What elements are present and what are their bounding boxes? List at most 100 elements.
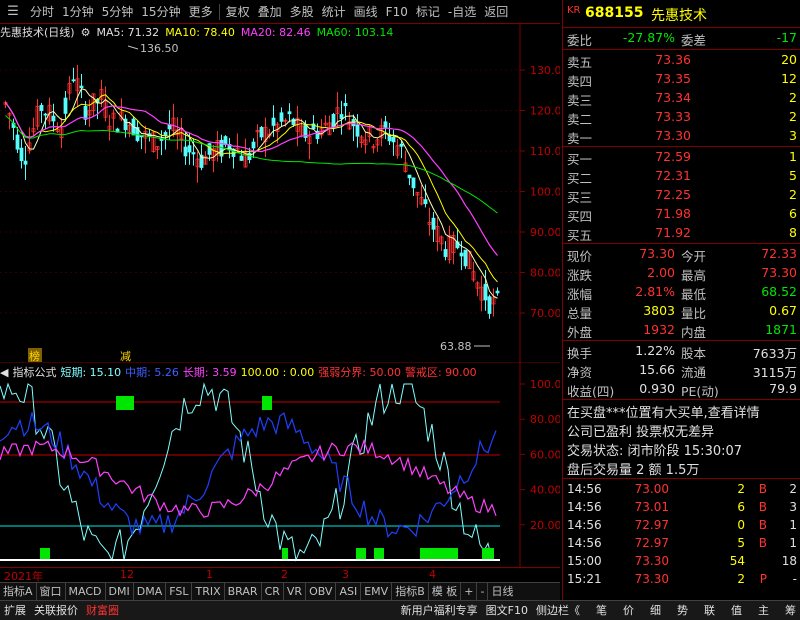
status-tab-lian[interactable]: 联 bbox=[700, 601, 719, 620]
status-tab-shi[interactable]: 势 bbox=[673, 601, 692, 620]
toolbar-item-f10[interactable]: F10 bbox=[382, 5, 412, 19]
stat-value: 0.930 bbox=[639, 381, 675, 396]
candle-body bbox=[351, 119, 356, 127]
tick-volume: 54 bbox=[729, 554, 745, 568]
y-tick-label: 110.0 bbox=[530, 145, 560, 158]
tick-price: 73.00 bbox=[634, 482, 669, 496]
toolbar-item-overlay[interactable]: 叠加 bbox=[254, 3, 286, 20]
toolbar-item-stats[interactable]: 统计 bbox=[318, 3, 350, 20]
candle-body bbox=[399, 143, 404, 147]
tab-dma[interactable]: DMA bbox=[134, 582, 167, 601]
status-expand[interactable]: 扩展 bbox=[0, 601, 30, 620]
candle-body bbox=[287, 111, 292, 115]
webi-value: -27.87% bbox=[622, 30, 675, 45]
stat-value: 15.66 bbox=[639, 362, 675, 377]
tab-add[interactable]: + bbox=[461, 582, 478, 601]
tab-macd[interactable]: MACD bbox=[66, 582, 106, 601]
stat-value: 2.81% bbox=[635, 284, 675, 299]
y-tick-label: 80.00 bbox=[530, 267, 560, 280]
status-wealth-circle[interactable]: 财富圈 bbox=[82, 601, 123, 620]
weicha-value: -17 bbox=[776, 30, 797, 45]
tick-price: 72.97 bbox=[634, 536, 669, 550]
status-tab-zhi[interactable]: 值 bbox=[727, 601, 746, 620]
news-line[interactable]: 公司已盈利 投票权无差异 bbox=[563, 421, 800, 440]
candle-body bbox=[411, 177, 416, 189]
tick-row: 14:56 72.97 0 B 1 bbox=[563, 518, 800, 536]
toolbar-item-watchlist[interactable]: -自选 bbox=[444, 3, 480, 20]
quote-header: KR 688155 先惠技术 bbox=[563, 5, 800, 25]
tab-fsl[interactable]: FSL bbox=[166, 582, 193, 601]
stat-label: 股本 bbox=[681, 346, 707, 361]
stat-label: 外盘 bbox=[567, 325, 593, 340]
tab-vr[interactable]: VR bbox=[284, 582, 307, 601]
status-tab-bi[interactable]: 笔 bbox=[592, 601, 611, 620]
tab-emv[interactable]: EMV bbox=[361, 582, 393, 601]
toolbar-item-back[interactable]: 返回 bbox=[480, 3, 512, 20]
sell-order-row: 卖四 73.35 12 bbox=[563, 71, 800, 89]
tab-indicator-b[interactable]: 指标B bbox=[392, 582, 429, 601]
candle-body bbox=[15, 134, 20, 150]
settings-icon[interactable]: ⚙ bbox=[81, 26, 91, 39]
toolbar-item-1min[interactable]: 1分钟 bbox=[58, 3, 98, 20]
toolbar-item-adjust[interactable]: 复权 bbox=[222, 3, 254, 20]
order-price: 73.36 bbox=[655, 52, 691, 67]
collapse-icon[interactable]: ◀ bbox=[0, 366, 8, 379]
high-price-label: 136.50 bbox=[140, 42, 179, 55]
status-tab-xi[interactable]: 细 bbox=[646, 601, 665, 620]
tab-daily[interactable]: 日线 bbox=[488, 583, 516, 601]
tab-brar[interactable]: BRAR bbox=[225, 582, 262, 601]
status-tab-jia[interactable]: 价 bbox=[619, 601, 638, 620]
stat-row: 总量 3803 量比 0.67 bbox=[563, 303, 800, 321]
stat-row: 换手 1.22% 股本 7633万 bbox=[563, 343, 800, 361]
status-new-user[interactable]: 新用户福利专享 bbox=[397, 601, 482, 620]
tab-asi[interactable]: ASI bbox=[336, 582, 362, 601]
candle-body bbox=[43, 113, 48, 116]
order-volume: 2 bbox=[789, 109, 797, 124]
toolbar-item-timeshare[interactable]: 分时 bbox=[26, 3, 58, 20]
order-label: 买一 bbox=[567, 152, 593, 167]
candle-body bbox=[223, 136, 228, 145]
tick-count: 1 bbox=[789, 536, 797, 550]
status-tab-chou[interactable]: 筹 bbox=[781, 601, 800, 620]
candle-body bbox=[23, 160, 28, 165]
status-sidebar[interactable]: 侧边栏《 bbox=[532, 601, 584, 620]
tab-template[interactable]: 模 板 bbox=[429, 582, 462, 601]
toolbar-divider bbox=[218, 3, 220, 20]
long-value: 长期: 3.59 bbox=[182, 366, 237, 379]
status-related-quote[interactable]: 关联报价 bbox=[30, 601, 82, 620]
tab-obv[interactable]: OBV bbox=[306, 582, 337, 601]
kline-chart[interactable]: 130.0 120.0 110.0 100.0 90.00 80.00 70.00 136.… bbox=[0, 24, 560, 362]
tab-window[interactable]: 窗口 bbox=[37, 582, 66, 601]
tab-remove[interactable]: - bbox=[477, 582, 489, 601]
indicator-name[interactable]: 指标公式 bbox=[12, 364, 56, 380]
toolbar-item-15min[interactable]: 15分钟 bbox=[137, 3, 184, 20]
toolbar-item-mark[interactable]: 标记 bbox=[412, 3, 444, 20]
indicator-chart[interactable]: 100.0 80.00 60.00 40.00 20.00 bbox=[0, 362, 560, 567]
candle-body bbox=[339, 114, 344, 119]
news-line[interactable]: 在买盘***位置有大买单,查看详情 bbox=[563, 402, 800, 421]
status-tab-zhu[interactable]: 主 bbox=[754, 601, 773, 620]
order-price: 73.33 bbox=[655, 109, 691, 124]
stat-label: 内盘 bbox=[681, 325, 707, 340]
stock-code: 688155 bbox=[585, 5, 644, 21]
order-price: 72.25 bbox=[655, 187, 691, 202]
indicator-tabs: 指标A 窗口 MACD DMI DMA FSL TRIX BRAR CR VR … bbox=[0, 582, 560, 601]
toolbar-item-more[interactable]: 更多 bbox=[185, 3, 217, 20]
stat-label: 净资 bbox=[567, 365, 593, 380]
stat-value: 79.9 bbox=[769, 381, 797, 396]
toolbar-item-draw[interactable]: 画线 bbox=[350, 3, 382, 20]
tab-indicator-a[interactable]: 指标A bbox=[0, 582, 37, 601]
tick-row: 14:56 72.97 5 B 1 bbox=[563, 536, 800, 554]
stock-label: 先惠技术(日线) bbox=[0, 26, 75, 39]
tab-dmi[interactable]: DMI bbox=[106, 582, 134, 601]
menu-icon[interactable]: ☰ bbox=[3, 2, 23, 22]
ma5-value: MA5: 71.32 bbox=[96, 25, 160, 39]
status-f10[interactable]: 图文F10 bbox=[482, 601, 532, 620]
alert-value: 警戒区: 90.00 bbox=[404, 366, 477, 379]
toolbar-item-5min[interactable]: 5分钟 bbox=[98, 3, 138, 20]
tick-count: 2 bbox=[789, 482, 797, 496]
tab-trix[interactable]: TRIX bbox=[192, 582, 225, 601]
toolbar-item-multi[interactable]: 多股 bbox=[286, 3, 318, 20]
tab-cr[interactable]: CR bbox=[262, 582, 284, 601]
stat-label: 收益(四) bbox=[567, 384, 615, 399]
